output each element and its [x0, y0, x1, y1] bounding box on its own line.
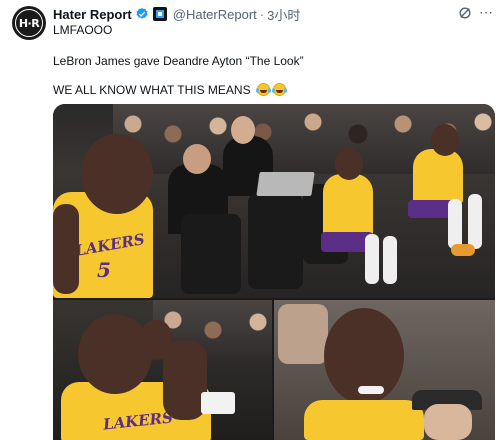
- blurred-fan-left: [278, 304, 328, 364]
- fan-face: [424, 404, 472, 440]
- verified-badge-icon: [136, 7, 148, 19]
- staff-head-1: [183, 144, 211, 174]
- handle[interactable]: @HaterReport: [173, 7, 257, 22]
- bench-chair-1: [181, 214, 241, 294]
- jersey-number: 5: [97, 258, 111, 282]
- shoe-orange: [451, 244, 475, 256]
- mouthguard: [358, 386, 384, 394]
- media-image-lebron-closeup[interactable]: [274, 300, 495, 440]
- tears-of-joy-emoji: [255, 83, 270, 96]
- tweet-text-line-3: WE ALL KNOW WHAT THIS MEANS: [53, 83, 286, 97]
- player-leg-seated-2: [383, 236, 397, 284]
- player-jersey-lebron-closeup: [304, 400, 424, 440]
- more-icon[interactable]: ⋯: [478, 4, 494, 20]
- tweet[interactable]: H·R Hater Report @HaterReport · 3小时 ⋯ LM…: [0, 0, 500, 440]
- player-leg-seated-1: [365, 234, 379, 284]
- bench-chair-2: [248, 194, 303, 289]
- staff-head-2: [231, 116, 255, 144]
- media-image-bench[interactable]: LAKERS 5: [53, 104, 495, 298]
- tweet-text-line-3-text: WE ALL KNOW WHAT THIS MEANS: [53, 83, 251, 97]
- jersey-text-lakers: LAKERS: [73, 230, 147, 260]
- grok-icon[interactable]: [458, 6, 472, 20]
- laptop: [256, 172, 315, 196]
- avatar[interactable]: H·R: [12, 6, 46, 40]
- player-head-lebron: [431, 124, 459, 156]
- wristband: [201, 392, 235, 414]
- tweet-text-line-2: LeBron James gave Deandre Ayton “The Loo…: [53, 54, 304, 68]
- avatar-ring: [15, 9, 43, 37]
- player-leg-lebron-2: [468, 194, 482, 249]
- tweet-text-line-1: LMFAOOO: [53, 23, 113, 37]
- player-leg-lebron-1: [448, 199, 462, 249]
- tweet-header: Hater Report @HaterReport · 3小时: [53, 5, 300, 23]
- media-image-ayton-closeup[interactable]: LAKERS: [53, 300, 272, 440]
- tears-of-joy-emoji: [271, 83, 286, 96]
- timestamp[interactable]: 3小时: [267, 5, 300, 24]
- player-jersey-lebron: [413, 149, 463, 204]
- display-name[interactable]: Hater Report: [53, 7, 132, 22]
- player-head-seated: [335, 148, 363, 180]
- tweet-media[interactable]: LAKERS 5 LAKERS: [53, 104, 495, 440]
- jersey-text-lakers: LAKERS: [102, 408, 174, 434]
- separator: ·: [259, 6, 265, 22]
- player-jersey-seated: [323, 174, 373, 236]
- player-head-ayton-closeup: [78, 314, 152, 394]
- affiliate-badge-icon: [152, 7, 167, 21]
- player-arm-ayton: [53, 204, 79, 294]
- player-head-ayton: [81, 134, 153, 214]
